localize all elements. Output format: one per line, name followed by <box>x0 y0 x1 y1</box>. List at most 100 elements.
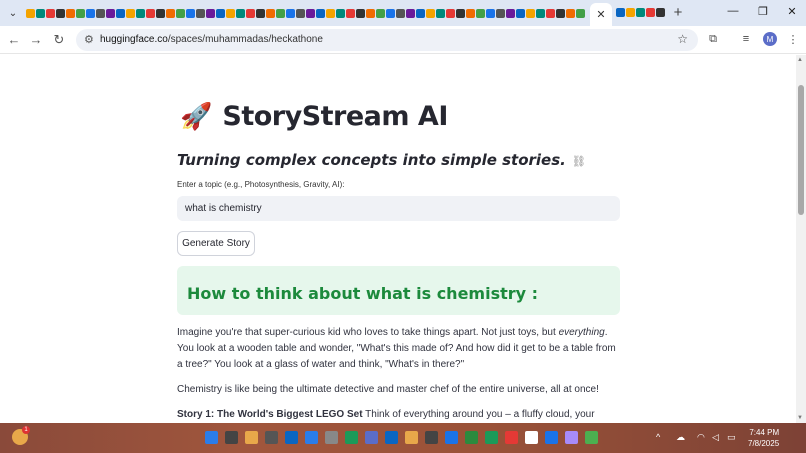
tab-favicon-icon[interactable] <box>196 8 205 18</box>
taskbar-app-icon[interactable] <box>385 431 398 444</box>
more-menu-icon[interactable]: ⋮ <box>786 33 800 46</box>
taskbar-app-icon[interactable] <box>325 431 338 444</box>
tab-favicon-icon[interactable] <box>126 8 135 18</box>
tab-favicon-icon[interactable] <box>56 8 65 18</box>
back-icon[interactable]: ← <box>6 32 22 47</box>
taskbar-app-icon[interactable] <box>485 431 498 444</box>
tab-favicon-icon[interactable] <box>486 8 495 18</box>
url-text[interactable]: huggingface.co/spaces/muhammadas/heckath… <box>100 34 323 45</box>
tab-favicon-icon[interactable] <box>296 8 305 18</box>
tab-favicon-icon[interactable] <box>166 8 175 18</box>
tab-favicon-icon[interactable] <box>546 8 555 18</box>
tab-favicon-icon[interactable] <box>376 8 385 18</box>
taskbar-app-icon[interactable] <box>465 431 478 444</box>
tab-favicon-icon[interactable] <box>36 8 45 18</box>
tab-favicon-icon[interactable] <box>206 8 215 18</box>
tab-favicon-icon[interactable] <box>356 8 365 18</box>
profile-avatar[interactable]: M <box>763 32 777 46</box>
restore-icon[interactable]: ❐ <box>756 5 770 18</box>
tab-favicon-icon[interactable] <box>106 8 115 18</box>
taskbar-app-icon[interactable] <box>345 431 358 444</box>
taskbar-app-icon[interactable] <box>425 431 438 444</box>
tab-favicon-icon[interactable] <box>226 8 235 18</box>
tab-favicon-icon[interactable] <box>326 8 335 18</box>
tab-favicon-icon[interactable] <box>336 8 345 18</box>
tab-favicon-icon[interactable] <box>386 8 395 18</box>
scroll-up-icon[interactable]: ▲ <box>797 57 803 63</box>
tab-favicon-icon[interactable] <box>456 8 465 18</box>
new-tab-button[interactable]: + <box>670 4 686 21</box>
tab-favicon-icon[interactable] <box>276 8 285 18</box>
tab-favicon-icon[interactable] <box>176 8 185 18</box>
tab-favicon-icon[interactable] <box>186 8 195 18</box>
tab-favicon-icon[interactable] <box>426 8 435 18</box>
tab-favicon-icon[interactable] <box>76 8 85 18</box>
tab-favicon-icon[interactable] <box>506 8 515 18</box>
tab-favicon-icon[interactable] <box>96 8 105 18</box>
taskbar-app-icon[interactable] <box>365 431 378 444</box>
wifi-icon[interactable]: ◠ <box>697 432 705 443</box>
tab-favicon-icon[interactable] <box>156 8 165 18</box>
tab-favicon-icon[interactable] <box>576 8 585 18</box>
tab-favicon-icon[interactable] <box>306 8 315 18</box>
scroll-thumb[interactable] <box>798 85 804 215</box>
taskbar-app-icon[interactable] <box>265 431 278 444</box>
taskbar-app-icon[interactable] <box>585 431 598 444</box>
close-window-icon[interactable]: ✕ <box>785 5 799 18</box>
tab-favicon-icon[interactable] <box>396 8 405 18</box>
tab-favicon-icon[interactable] <box>616 8 625 17</box>
taskbar-app-icon[interactable] <box>285 431 298 444</box>
taskbar-app-icon[interactable] <box>245 431 258 444</box>
tab-favicon-icon[interactable] <box>436 8 445 18</box>
tab-favicon-icon[interactable] <box>66 8 75 18</box>
tab-favicon-icon[interactable] <box>46 8 55 18</box>
tab-favicon-icon[interactable] <box>116 8 125 18</box>
clock[interactable]: 7:44 PM 7/8/2025 <box>748 427 779 449</box>
active-tab-close-button[interactable]: ✕ <box>590 3 612 26</box>
site-info-icon[interactable]: ⚙ <box>84 33 94 46</box>
taskbar-app-icon[interactable] <box>445 431 458 444</box>
tab-favicon-icon[interactable] <box>256 8 265 18</box>
tab-favicon-icon[interactable] <box>466 8 475 18</box>
tab-favicon-icon[interactable] <box>556 8 565 18</box>
battery-icon[interactable]: ▭ <box>727 432 736 443</box>
reload-icon[interactable]: ↻ <box>51 32 67 48</box>
tab-favicon-icon[interactable] <box>366 8 375 18</box>
page-scrollbar[interactable]: ▲ ▼ <box>796 55 806 423</box>
generate-story-button[interactable]: Generate Story <box>177 231 255 256</box>
tab-search-icon[interactable]: ⌄ <box>4 4 22 22</box>
extensions-icon[interactable]: ⧉ <box>706 33 720 46</box>
tab-favicon-icon[interactable] <box>536 8 545 18</box>
onedrive-icon[interactable]: ☁ <box>676 432 685 443</box>
tab-favicon-icon[interactable] <box>286 8 295 18</box>
taskbar-app-icon[interactable] <box>545 431 558 444</box>
tab-favicon-icon[interactable] <box>646 8 655 17</box>
tab-favicon-icon[interactable] <box>496 8 505 18</box>
tab-favicon-icon[interactable] <box>136 8 145 18</box>
tab-favicon-icon[interactable] <box>416 8 425 18</box>
tab-favicon-icon[interactable] <box>656 8 665 17</box>
taskbar-app-icon[interactable] <box>305 431 318 444</box>
tab-favicon-icon[interactable] <box>526 8 535 18</box>
taskbar-app-icon[interactable] <box>505 431 518 444</box>
taskbar-app-icon[interactable] <box>565 431 578 444</box>
minimize-icon[interactable]: — <box>726 5 740 17</box>
taskbar-app-icon[interactable] <box>205 431 218 444</box>
forward-icon[interactable]: → <box>28 32 44 47</box>
tray-chevron-icon[interactable]: ^ <box>656 432 660 442</box>
tab-favicon-icon[interactable] <box>86 8 95 18</box>
tab-favicon-icon[interactable] <box>246 8 255 18</box>
tab-favicon-icon[interactable] <box>636 8 645 17</box>
tab-favicon-icon[interactable] <box>516 8 525 18</box>
tab-favicon-icon[interactable] <box>346 8 355 18</box>
tab-favicon-icon[interactable] <box>626 8 635 17</box>
tab-favicon-icon[interactable] <box>406 8 415 18</box>
bookmark-star-icon[interactable]: ☆ <box>677 32 688 46</box>
tab-favicon-icon[interactable] <box>566 8 575 18</box>
tab-favicon-icon[interactable] <box>236 8 245 18</box>
taskbar-app-icon[interactable] <box>525 431 538 444</box>
taskbar-app-icon[interactable] <box>405 431 418 444</box>
tab-favicon-icon[interactable] <box>446 8 455 18</box>
reading-list-icon[interactable]: ≡ <box>739 33 753 45</box>
address-bar[interactable]: ⚙ huggingface.co/spaces/muhammadas/hecka… <box>76 29 698 51</box>
